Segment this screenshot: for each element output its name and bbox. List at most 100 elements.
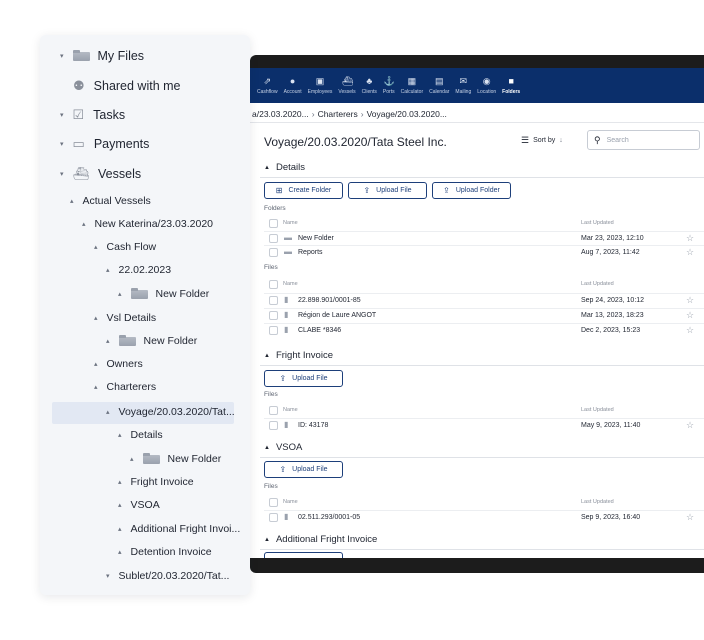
- star-icon[interactable]: ☆: [686, 420, 694, 431]
- select-all-checkbox[interactable]: [269, 498, 278, 507]
- table-row[interactable]: ▮ 02.511.293/0001-05 Sep 9, 2023, 16:40 …: [264, 510, 704, 524]
- row-checkbox[interactable]: [269, 421, 278, 430]
- nav-item-calendar[interactable]: ▤ Calendar: [429, 76, 449, 95]
- tree-item-shared-with-me[interactable]: ⚉ Shared with me: [73, 78, 181, 94]
- nav-item-account[interactable]: ● Account: [284, 76, 302, 95]
- upload-file-button-partial[interactable]: [264, 552, 343, 558]
- table-row[interactable]: ▮ 22.898.901/0001-85 Sep 24, 2023, 10:12…: [264, 293, 704, 307]
- tree-item-actual-vessels[interactable]: ▴ Actual Vessels: [70, 195, 151, 207]
- tree-item-owners[interactable]: ▴ Owners: [94, 358, 143, 370]
- breadcrumb-charterers[interactable]: Charterers: [318, 109, 358, 119]
- select-all-checkbox[interactable]: [269, 406, 278, 415]
- nav-item-mailing[interactable]: ✉ Mailing: [455, 76, 471, 95]
- tree-item-charterers[interactable]: ▴ Charterers: [94, 381, 156, 393]
- people-icon: ⚉: [73, 78, 85, 93]
- nav-item-employees[interactable]: ▣ Employees: [308, 76, 333, 95]
- tree-item-vsl-details[interactable]: ▴ Vsl Details: [94, 312, 156, 324]
- tree-item-label: New Folder: [167, 453, 222, 465]
- star-icon[interactable]: ☆: [686, 310, 694, 321]
- table-row[interactable]: ▬ New Folder Mar 23, 2023, 12:10 ☆: [264, 231, 704, 245]
- mailing-icon: ✉: [459, 76, 468, 86]
- section-details-header[interactable]: ▲ Details: [250, 159, 704, 177]
- star-icon[interactable]: ☆: [686, 247, 694, 258]
- tree-item-vsoa[interactable]: ▴ VSOA: [118, 499, 160, 511]
- upload-file-button[interactable]: ⇪ Upload File: [348, 182, 427, 199]
- table-row[interactable]: ▬ Reports Aug 7, 2023, 11:42 ☆: [264, 245, 704, 259]
- nav-item-location[interactable]: ◉ Location: [477, 76, 496, 95]
- column-last-updated[interactable]: Last Updated: [581, 281, 614, 287]
- tree-item-new-katerina[interactable]: ▴ New Katerina/23.03.2020: [82, 218, 213, 230]
- tree-item-new-folder[interactable]: ▴ New Folder: [118, 287, 209, 300]
- nav-item-vessels[interactable]: ⛴ Vessels: [338, 76, 355, 95]
- breadcrumb-separator: ›: [360, 109, 364, 119]
- tree-item-fright-invoice[interactable]: ▴ Fright Invoice: [118, 476, 194, 488]
- section-fright-invoice-header[interactable]: ▲ Fright Invoice: [250, 347, 704, 365]
- section-additional-fright-invoice-title: Additional Fright Invoice: [275, 534, 378, 545]
- column-name[interactable]: Name: [283, 220, 298, 226]
- upload-file-button[interactable]: ⇪ Upload File: [264, 461, 343, 478]
- table-row[interactable]: ▮ CLABE *8346 Dec 2, 2023, 15:23 ☆: [264, 323, 704, 337]
- create-folder-button[interactable]: ⊞ Create Folder: [264, 182, 343, 199]
- tree-item-22-02-2023[interactable]: ▴ 22.02.2023: [106, 264, 171, 276]
- upload-file-icon: ⇪: [363, 186, 371, 195]
- upload-file-button[interactable]: ⇪ Upload File: [264, 370, 343, 387]
- table-row[interactable]: ▮ ID: 43178 May 9, 2023, 11:40 ☆: [264, 418, 704, 432]
- folder-icon: [130, 287, 148, 299]
- breadcrumb-vessel[interactable]: a/23.03.2020...: [252, 109, 309, 119]
- nav-item-folders[interactable]: ■ Folders: [502, 76, 520, 95]
- section-vsoa-header[interactable]: ▲ VSOA: [250, 439, 704, 457]
- star-icon[interactable]: ☆: [686, 325, 694, 336]
- tree-item-sublet[interactable]: ▾ Sublet/20.03.2020/Tat...: [106, 570, 229, 582]
- tree-item-vessels[interactable]: ▾ ⛴ Vessels: [60, 166, 141, 182]
- chevron-down-icon: ▾: [60, 53, 64, 60]
- sort-by-control[interactable]: ☰ Sort by ↓: [521, 135, 563, 146]
- row-checkbox[interactable]: [269, 296, 278, 305]
- star-icon[interactable]: ☆: [686, 295, 694, 306]
- upload-file-label: Upload File: [292, 466, 328, 473]
- row-checkbox[interactable]: [269, 326, 278, 335]
- sort-by-label: Sort by: [533, 137, 556, 144]
- tree-item-additional-fright-invoice[interactable]: ▴ Additional Fright Invoi...: [118, 523, 240, 535]
- calendar-icon: ▭: [72, 136, 85, 151]
- tree-item-my-files[interactable]: ▾ My Files: [60, 49, 144, 63]
- nav-item-calculator[interactable]: ▦ Calculator: [401, 76, 424, 95]
- tree-item-new-folder[interactable]: ▴ New Folder: [106, 334, 197, 347]
- row-checkbox[interactable]: [269, 234, 278, 243]
- row-checkbox[interactable]: [269, 513, 278, 522]
- tree-item-detention-invoice[interactable]: ▴ Detention Invoice: [118, 546, 212, 558]
- column-last-updated[interactable]: Last Updated: [581, 407, 614, 413]
- nav-item-label: Mailing: [455, 89, 472, 95]
- section-additional-fright-invoice-header[interactable]: ▲ Additional Fright Invoice: [250, 531, 704, 549]
- row-checkbox[interactable]: [269, 248, 278, 257]
- table-row[interactable]: ▮ Région de Laure ANGOT Mar 13, 2023, 18…: [264, 308, 704, 322]
- column-name[interactable]: Name: [283, 407, 298, 413]
- row-checkbox[interactable]: [269, 311, 278, 320]
- nav-item-clients[interactable]: ♣ Clients: [362, 76, 377, 95]
- select-all-checkbox[interactable]: [269, 219, 278, 228]
- search-box[interactable]: ⚲: [587, 130, 700, 150]
- tree-item-payments[interactable]: ▾ ▭ Payments: [60, 136, 149, 152]
- tree-item-details[interactable]: ▴ Details: [118, 429, 163, 441]
- column-name[interactable]: Name: [283, 281, 298, 287]
- row-name: Reports: [298, 249, 323, 256]
- nav-item-cashflow[interactable]: ⇗ Cashflow: [257, 76, 278, 95]
- upload-folder-button[interactable]: ⇪ Upload Folder: [432, 182, 511, 199]
- nav-item-ports[interactable]: ⚓ Ports: [383, 76, 395, 95]
- tree-item-cash-flow[interactable]: ▴ Cash Flow: [94, 241, 156, 253]
- employees-icon: ▣: [315, 76, 325, 86]
- column-last-updated[interactable]: Last Updated: [581, 220, 614, 226]
- select-all-checkbox[interactable]: [269, 280, 278, 289]
- search-input[interactable]: [606, 136, 687, 144]
- folder-icon: ▬: [284, 233, 292, 242]
- row-date: Mar 23, 2023, 12:10: [581, 235, 644, 242]
- column-last-updated[interactable]: Last Updated: [581, 499, 614, 505]
- breadcrumb-voyage[interactable]: Voyage/20.03.2020...: [367, 109, 447, 119]
- create-folder-icon: ⊞: [275, 186, 283, 195]
- folders-label: Folders: [264, 205, 286, 212]
- tree-item-voyage[interactable]: ▴ Voyage/20.03.2020/Tat...: [106, 406, 235, 418]
- star-icon[interactable]: ☆: [686, 233, 694, 244]
- tree-item-tasks[interactable]: ▾ ☑ Tasks: [60, 107, 125, 123]
- tree-item-new-folder[interactable]: ▴ New Folder: [130, 452, 222, 465]
- star-icon[interactable]: ☆: [686, 512, 694, 523]
- column-name[interactable]: Name: [283, 499, 298, 505]
